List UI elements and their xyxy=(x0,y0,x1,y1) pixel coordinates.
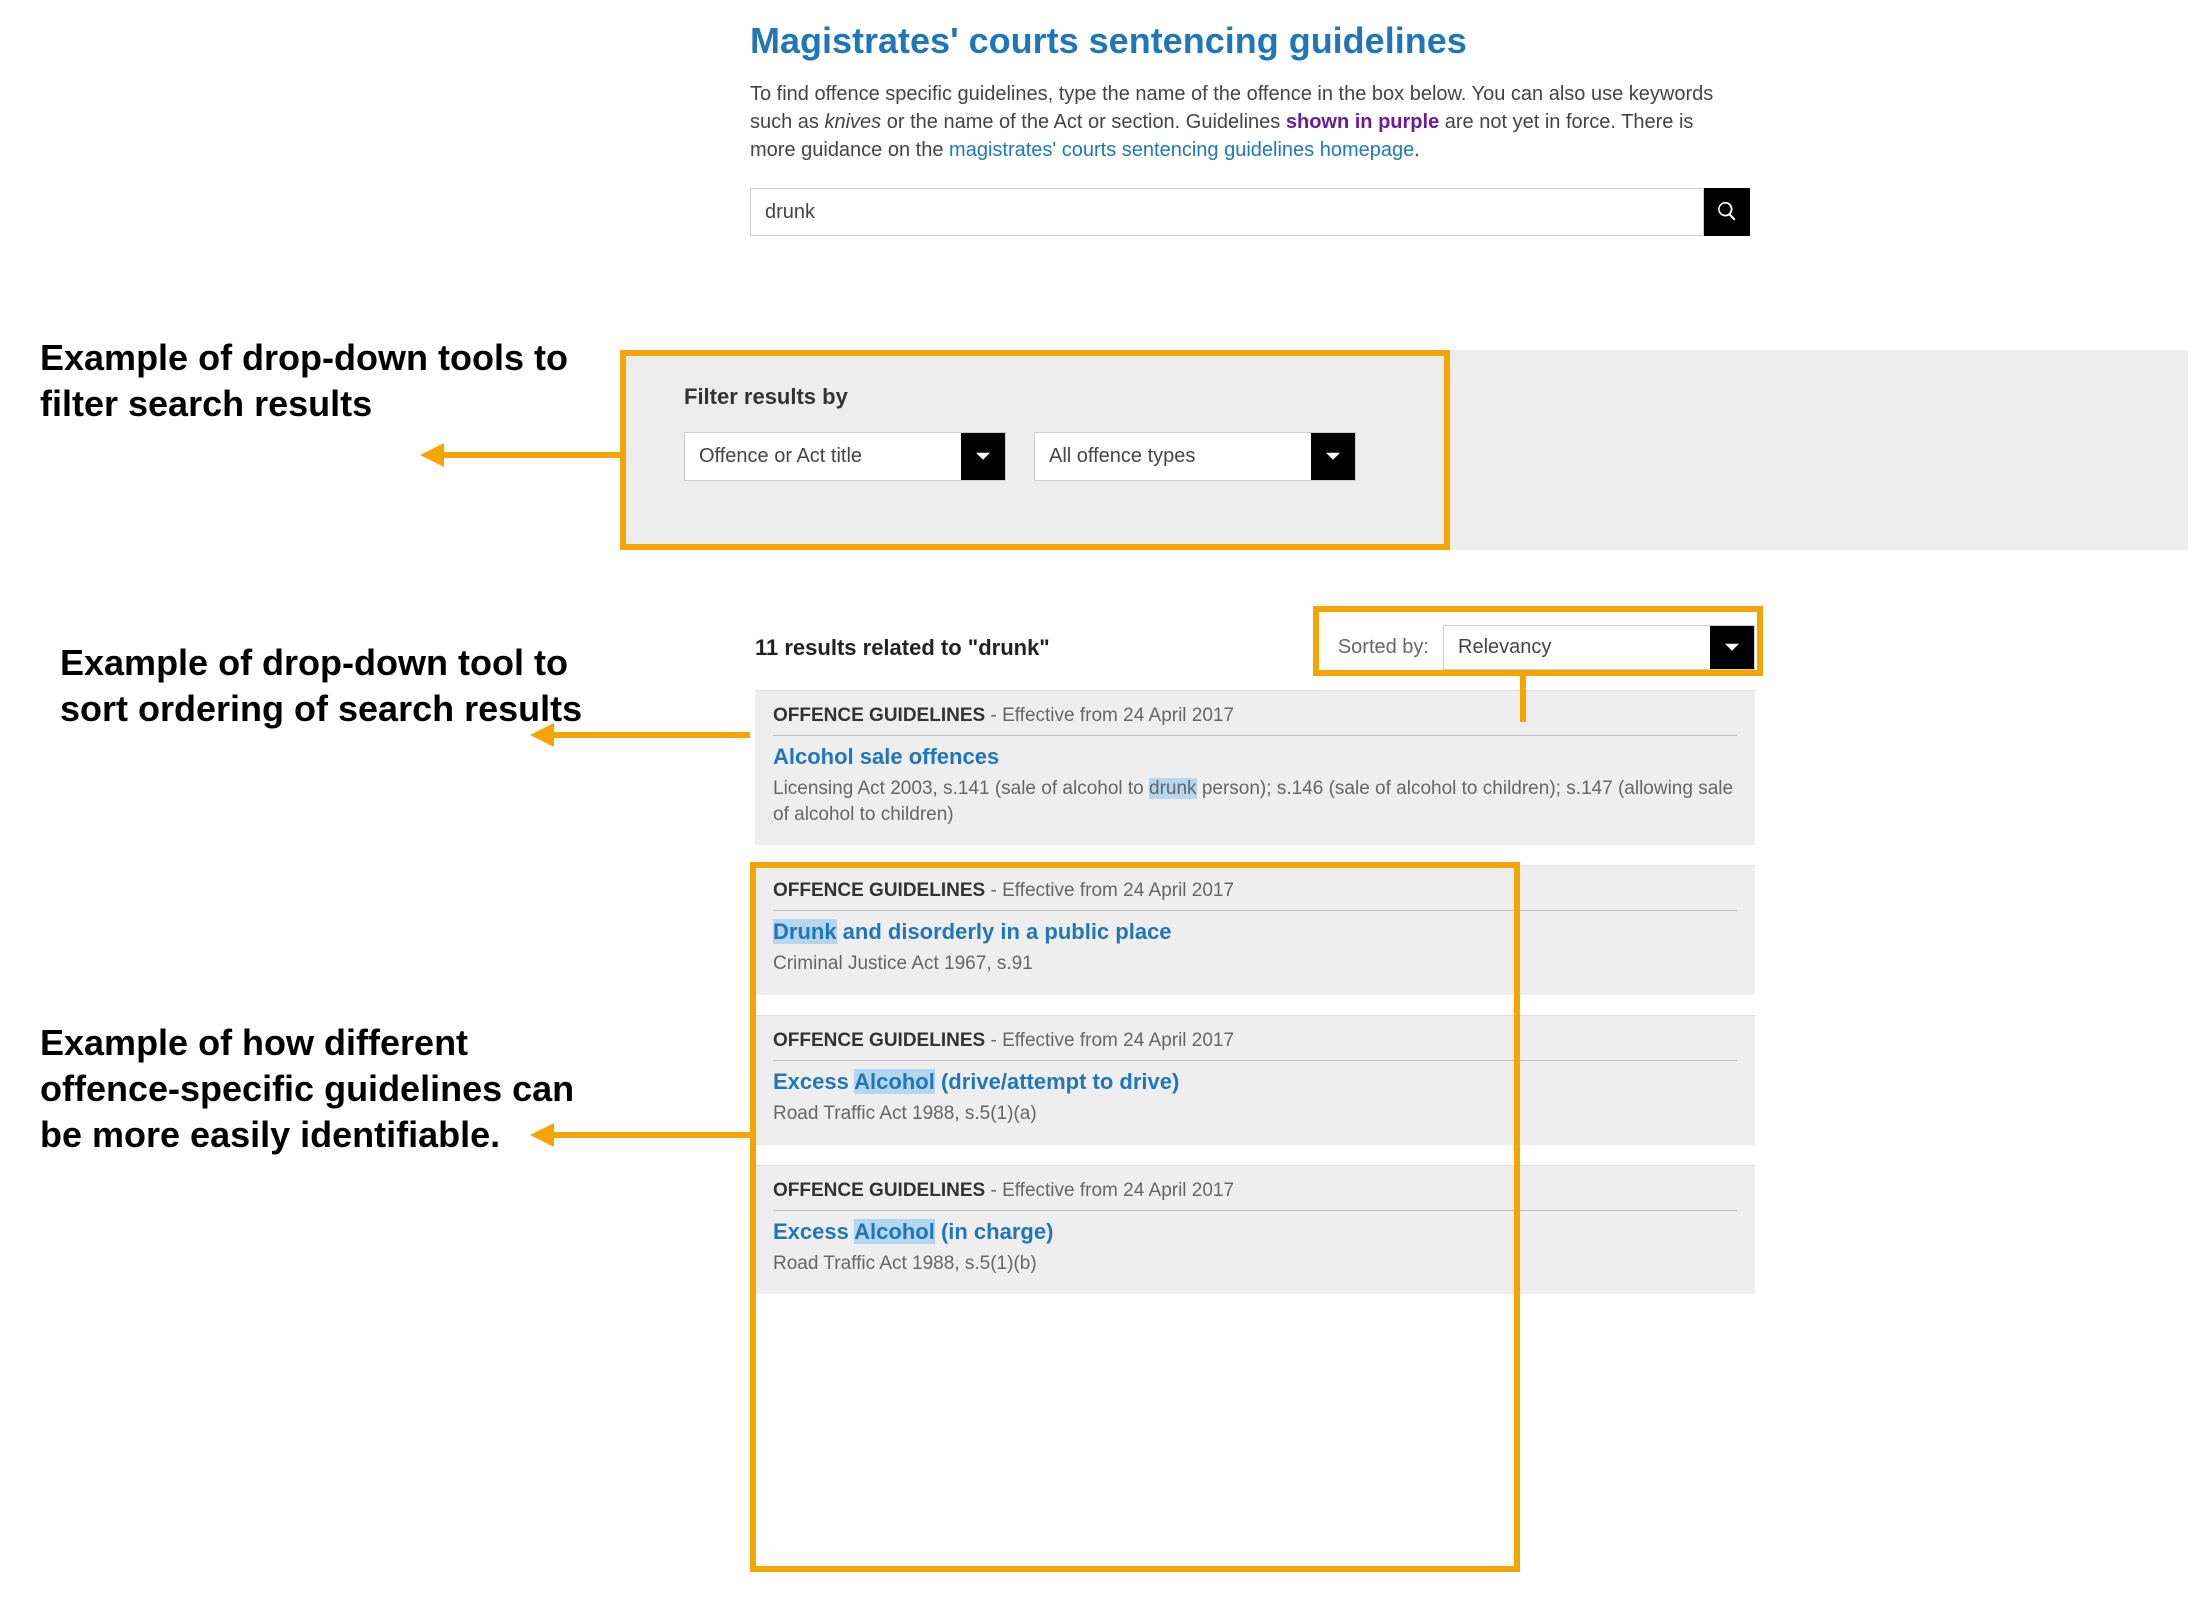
highlight-box-sort-leg xyxy=(1520,672,1526,722)
annotation-filter-tools: Example of drop-down tools to filter sea… xyxy=(40,335,580,427)
title-highlight: Drunk xyxy=(773,919,837,944)
effective-date: - Effective from 24 April 2017 xyxy=(985,880,1234,901)
result-card: OFFENCE GUIDELINES - Effective from 24 A… xyxy=(755,1015,1755,1145)
chevron-down-icon xyxy=(1710,626,1754,669)
title-text: and disorderly in a public place xyxy=(837,919,1172,944)
search-button[interactable] xyxy=(1704,188,1750,236)
filter-panel: Filter results by Offence or Act title A… xyxy=(620,350,2188,550)
annotation-result-identification: Example of how different offence-specifi… xyxy=(40,1020,580,1158)
dropdown-label: All offence types xyxy=(1035,433,1311,480)
title-text: Excess xyxy=(773,1069,854,1094)
search-input[interactable] xyxy=(750,188,1704,236)
guidelines-search-page: Magistrates' courts sentencing guideline… xyxy=(750,10,2188,236)
arrow-to-results xyxy=(530,1120,760,1150)
intro-part: or the name of the Act or section. Guide… xyxy=(881,111,1286,133)
desc-highlight: drunk xyxy=(1149,778,1197,799)
result-category: OFFENCE GUIDELINES - Effective from 24 A… xyxy=(773,705,1737,736)
arrow-to-filter xyxy=(420,440,630,470)
title-text: Alcohol sale offences xyxy=(773,744,999,769)
intro-keyword-example: knives xyxy=(824,111,881,133)
result-description: Road Traffic Act 1988, s.5(1)(b) xyxy=(773,1251,1737,1277)
result-description: Licensing Act 2003, s.141 (sale of alcoh… xyxy=(773,776,1737,827)
sort-box: Sorted by: Relevancy xyxy=(1338,625,1755,670)
title-text: Excess xyxy=(773,1219,854,1244)
filter-offence-title-dropdown[interactable]: Offence or Act title xyxy=(684,432,1006,481)
result-title-link[interactable]: Drunk and disorderly in a public place xyxy=(773,919,1737,945)
desc-text: Licensing Act 2003, s.141 (sale of alcoh… xyxy=(773,778,1149,799)
filter-title: Filter results by xyxy=(684,384,2124,410)
result-category: OFFENCE GUIDELINES - Effective from 24 A… xyxy=(773,1030,1737,1061)
result-card: OFFENCE GUIDELINES - Effective from 24 A… xyxy=(755,690,1755,845)
title-text: (in charge) xyxy=(935,1219,1054,1244)
effective-date: - Effective from 24 April 2017 xyxy=(985,1180,1234,1201)
result-description: Road Traffic Act 1988, s.5(1)(a) xyxy=(773,1101,1737,1127)
search-icon xyxy=(1716,200,1738,225)
homepage-link[interactable]: magistrates' courts sentencing guideline… xyxy=(949,139,1414,161)
category-label: OFFENCE GUIDELINES xyxy=(773,1180,985,1201)
intro-text: To find offence specific guidelines, typ… xyxy=(750,80,1730,164)
effective-date: - Effective from 24 April 2017 xyxy=(985,1030,1234,1051)
intro-purple-note: shown in purple xyxy=(1286,111,1439,133)
result-description: Criminal Justice Act 1967, s.91 xyxy=(773,951,1737,977)
title-highlight: Alcohol xyxy=(854,1069,935,1094)
filter-offence-type-dropdown[interactable]: All offence types xyxy=(1034,432,1356,481)
desc-text: Criminal Justice Act 1967, s.91 xyxy=(773,953,1033,974)
result-category: OFFENCE GUIDELINES - Effective from 24 A… xyxy=(773,1180,1737,1211)
sort-label: Sorted by: xyxy=(1338,636,1429,659)
title-highlight: Alcohol xyxy=(854,1219,935,1244)
result-title-link[interactable]: Excess Alcohol (drive/attempt to drive) xyxy=(773,1069,1737,1095)
result-category: OFFENCE GUIDELINES - Effective from 24 A… xyxy=(773,880,1737,911)
search-row xyxy=(750,188,1750,236)
category-label: OFFENCE GUIDELINES xyxy=(773,705,985,726)
filter-dropdowns: Offence or Act title All offence types xyxy=(684,432,2124,481)
title-text: (drive/attempt to drive) xyxy=(935,1069,1179,1094)
chevron-down-icon xyxy=(961,433,1005,480)
category-label: OFFENCE GUIDELINES xyxy=(773,880,985,901)
chevron-down-icon xyxy=(1311,433,1355,480)
results-header: 11 results related to "drunk" Sorted by:… xyxy=(755,625,1755,670)
desc-text: Road Traffic Act 1988, s.5(1)(a) xyxy=(773,1103,1037,1124)
results-count: 11 results related to "drunk" xyxy=(755,635,1050,661)
arrow-to-sort xyxy=(530,720,760,750)
result-card: OFFENCE GUIDELINES - Effective from 24 A… xyxy=(755,865,1755,995)
results-list: OFFENCE GUIDELINES - Effective from 24 A… xyxy=(755,690,1755,1314)
sort-value: Relevancy xyxy=(1444,626,1710,669)
dropdown-label: Offence or Act title xyxy=(685,433,961,480)
desc-text: Road Traffic Act 1988, s.5(1)(b) xyxy=(773,1253,1037,1274)
result-card: OFFENCE GUIDELINES - Effective from 24 A… xyxy=(755,1165,1755,1295)
sort-dropdown[interactable]: Relevancy xyxy=(1443,625,1755,670)
page-title: Magistrates' courts sentencing guideline… xyxy=(750,20,2188,62)
intro-part: . xyxy=(1414,139,1420,161)
annotation-sort-tool: Example of drop-down tool to sort orderi… xyxy=(60,640,600,732)
effective-date: - Effective from 24 April 2017 xyxy=(985,705,1234,726)
category-label: OFFENCE GUIDELINES xyxy=(773,1030,985,1051)
result-title-link[interactable]: Excess Alcohol (in charge) xyxy=(773,1219,1737,1245)
result-title-link[interactable]: Alcohol sale offences xyxy=(773,744,1737,770)
